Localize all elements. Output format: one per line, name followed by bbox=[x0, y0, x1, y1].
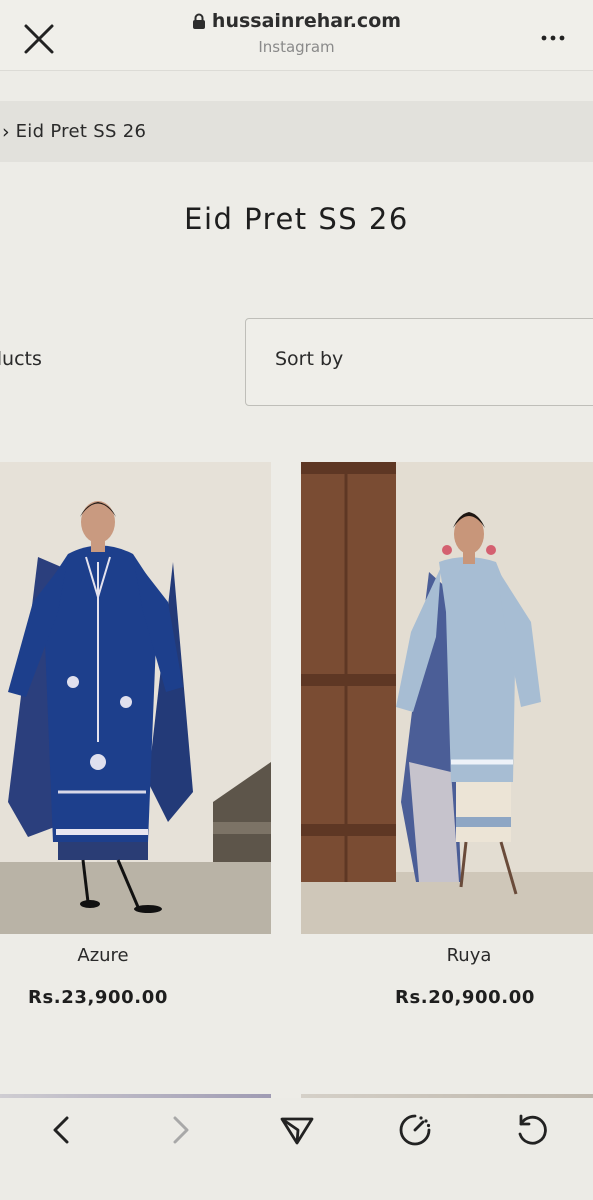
products-filter-label[interactable]: ducts bbox=[0, 348, 42, 370]
product-image-ruya[interactable] bbox=[301, 462, 593, 934]
product-name-ruya[interactable]: Ruya bbox=[387, 945, 551, 966]
reload-icon bbox=[518, 1114, 547, 1145]
breadcrumb-current[interactable]: Eid Pret SS 26 bbox=[16, 121, 147, 142]
product-price-ruya: Rs.20,900.00 bbox=[395, 987, 535, 1008]
more-icon bbox=[541, 35, 565, 41]
sort-by-label: Sort by bbox=[275, 348, 344, 370]
send-icon bbox=[280, 1117, 314, 1145]
reload-button[interactable] bbox=[512, 1110, 552, 1150]
speed-button[interactable] bbox=[395, 1110, 435, 1150]
product-price-azure: Rs.23,900.00 bbox=[28, 987, 168, 1008]
back-button[interactable] bbox=[42, 1110, 82, 1150]
product-name-azure[interactable]: Azure bbox=[0, 945, 206, 966]
url-domain: hussainrehar.com bbox=[211, 10, 402, 32]
chevron-right-icon bbox=[173, 1116, 189, 1144]
product-image-azure[interactable] bbox=[0, 462, 271, 934]
share-button[interactable] bbox=[277, 1110, 317, 1150]
forward-button[interactable] bbox=[160, 1110, 200, 1150]
page-title: Eid Pret SS 26 bbox=[184, 202, 409, 236]
gauge-icon bbox=[399, 1114, 431, 1146]
chevron-right-icon: › bbox=[2, 120, 10, 143]
more-options-button[interactable] bbox=[538, 28, 568, 48]
lock-icon bbox=[192, 13, 205, 29]
breadcrumb: › Eid Pret SS 26 bbox=[0, 101, 593, 162]
address-area[interactable]: hussainrehar.com Instagram bbox=[0, 10, 593, 56]
chevron-left-icon bbox=[53, 1116, 69, 1144]
url-source: Instagram bbox=[258, 37, 335, 56]
